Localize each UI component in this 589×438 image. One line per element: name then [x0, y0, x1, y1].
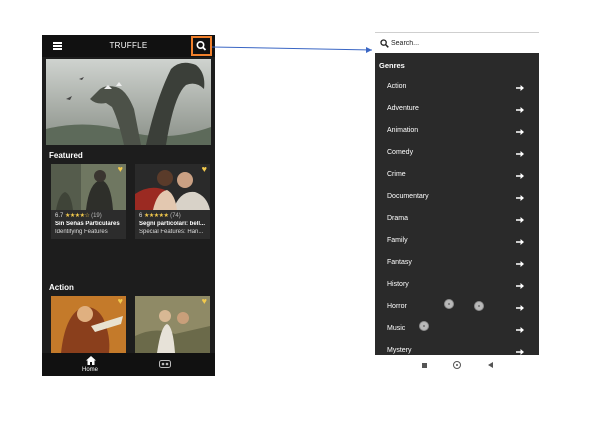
- chevron-right-icon: [516, 85, 524, 91]
- heart-icon[interactable]: ♥: [202, 297, 207, 306]
- genre-item[interactable]: Drama: [375, 209, 539, 231]
- card-title: Sin Señas Particulares: [55, 221, 120, 227]
- genre-label: Drama: [387, 215, 409, 222]
- recents-icon[interactable]: [422, 363, 427, 368]
- rating-value: 6.7: [55, 213, 64, 219]
- search-input[interactable]: [391, 37, 531, 49]
- chevron-right-icon: [516, 327, 524, 333]
- movie-poster-3: [51, 296, 126, 353]
- genre-label: Crime: [387, 171, 406, 178]
- genre-label: Horror: [387, 303, 407, 310]
- movie-card-4[interactable]: ♥: [135, 296, 210, 353]
- genre-label: Documentary: [387, 193, 429, 200]
- genre-item[interactable]: Fantasy: [375, 253, 539, 275]
- search-icon: [196, 40, 207, 51]
- rating-count: (74): [170, 213, 181, 219]
- chevron-right-icon: [516, 283, 524, 289]
- genre-label: Family: [387, 237, 408, 244]
- card-title: Segni particolari: bell...: [139, 221, 206, 227]
- touch-indicator: [474, 301, 484, 311]
- genre-item[interactable]: Adventure: [375, 99, 539, 121]
- chevron-right-icon: [516, 349, 524, 355]
- app-title: TRUFFLE: [109, 41, 148, 50]
- home-icon[interactable]: [86, 356, 96, 365]
- search-bar-border: [375, 32, 539, 33]
- chevron-right-icon: [516, 129, 524, 135]
- rating-stars: ★★★★★: [144, 213, 169, 219]
- rating-value: 6: [139, 213, 143, 219]
- genre-label: Animation: [387, 127, 419, 134]
- genre-item[interactable]: Family: [375, 231, 539, 253]
- chevron-right-icon: [516, 173, 524, 179]
- heart-icon[interactable]: ♥: [202, 165, 207, 174]
- search-button-highlight[interactable]: [191, 36, 212, 56]
- movie-card-1[interactable]: ♥ 6.7 ★★★★☆ (19) Sin Señas Particulares …: [51, 164, 126, 239]
- rating-stars: ★★★★☆: [65, 213, 90, 219]
- genre-item[interactable]: Action: [375, 77, 539, 99]
- chevron-right-icon: [516, 195, 524, 201]
- card-subtitle: Special Features: Han...: [139, 229, 204, 235]
- bottom-navigation: Home: [42, 353, 215, 376]
- genre-item[interactable]: Music: [375, 319, 539, 341]
- genres-heading: Genres: [379, 61, 405, 70]
- heart-icon[interactable]: ♥: [118, 165, 123, 174]
- movie-poster-2: [135, 164, 210, 210]
- genre-label: Fantasy: [387, 259, 412, 266]
- chevron-right-icon: [516, 151, 524, 157]
- card-subtitle: Identifying Features: [55, 229, 108, 235]
- chevron-right-icon: [516, 107, 524, 113]
- card-rating: 6 ★★★★★ (74): [139, 212, 181, 219]
- touch-indicator: [444, 299, 454, 309]
- genre-label: History: [387, 281, 409, 288]
- search-icon: [380, 39, 389, 48]
- home-label[interactable]: Home: [82, 367, 98, 373]
- left-phone-screen: TRUFFLE Featured ♥ 6.7 ★★★★☆ (19) Sin Se…: [42, 35, 215, 376]
- card-rating: 6.7 ★★★★☆ (19): [55, 212, 102, 219]
- movie-card-3[interactable]: ♥: [51, 296, 126, 353]
- genre-label: Mystery: [387, 347, 412, 354]
- genre-item[interactable]: Animation: [375, 121, 539, 143]
- movie-card-2[interactable]: ♥ 6 ★★★★★ (74) Segni particolari: bell..…: [135, 164, 210, 239]
- chevron-right-icon: [516, 305, 524, 311]
- chevron-right-icon: [516, 217, 524, 223]
- movie-poster-4: [135, 296, 210, 353]
- genre-label: Action: [387, 83, 407, 90]
- genre-item[interactable]: Mystery: [375, 341, 539, 355]
- genre-item[interactable]: Horror: [375, 297, 539, 319]
- rating-count: (19): [91, 213, 102, 219]
- chevron-right-icon: [516, 261, 524, 267]
- search-bar[interactable]: [375, 32, 539, 53]
- genre-list-panel: Genres Action Adventure Animation Comedy Cri…: [375, 53, 539, 355]
- touch-indicator: [419, 321, 429, 331]
- featured-heading: Featured: [49, 151, 83, 160]
- chevron-right-icon: [516, 239, 524, 245]
- vr-icon[interactable]: [159, 360, 171, 368]
- genre-item[interactable]: Comedy: [375, 143, 539, 165]
- system-navigation-bar: [375, 358, 539, 374]
- genre-item[interactable]: History: [375, 275, 539, 297]
- genre-label: Music: [387, 325, 406, 332]
- heart-icon[interactable]: ♥: [118, 297, 123, 306]
- home-circle-icon[interactable]: [453, 361, 461, 369]
- genre-item[interactable]: Crime: [375, 165, 539, 187]
- action-heading: Action: [49, 283, 74, 292]
- back-icon[interactable]: [488, 362, 493, 368]
- app-top-bar: TRUFFLE: [42, 35, 215, 57]
- right-screen: Genres Action Adventure Animation Comedy Cri…: [375, 32, 539, 355]
- hero-banner-image[interactable]: [46, 59, 211, 145]
- genre-label: Comedy: [387, 149, 414, 156]
- genre-label: Adventure: [387, 105, 419, 112]
- genre-item[interactable]: Documentary: [375, 187, 539, 209]
- movie-poster-1: [51, 164, 126, 210]
